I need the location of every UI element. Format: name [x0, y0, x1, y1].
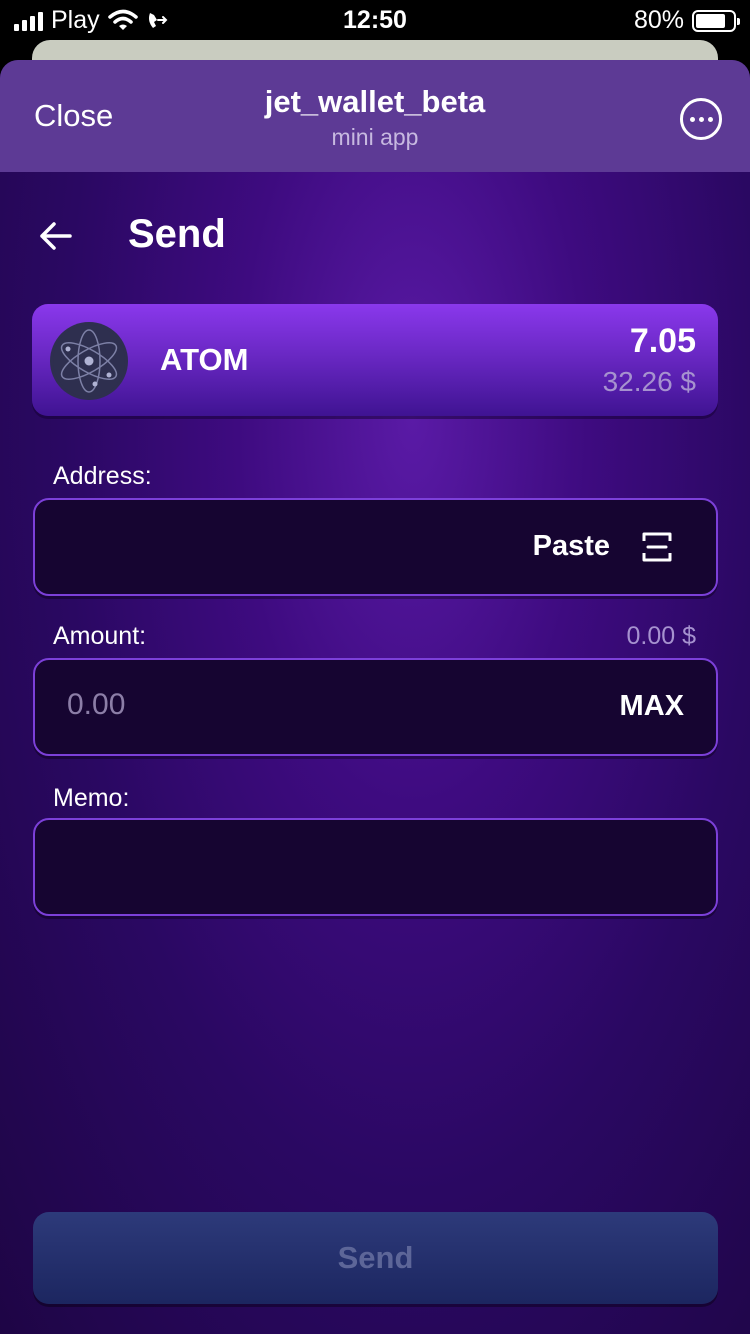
mini-app-sheet: Close jet_wallet_beta mini app Send ATOM…	[0, 60, 750, 1334]
memo-field	[33, 818, 718, 916]
token-fiat-value: 32.26 $	[602, 366, 696, 397]
max-button[interactable]: MAX	[620, 690, 684, 723]
token-name: ATOM	[160, 342, 249, 377]
battery-icon	[692, 9, 740, 32]
scan-icon[interactable]	[640, 530, 674, 564]
status-bar: Play 12:50 80%	[0, 0, 750, 42]
amount-field: MAX	[33, 658, 718, 756]
amount-label: Amount:	[53, 622, 147, 650]
arrow-left-icon[interactable]	[36, 216, 76, 256]
more-options-icon[interactable]	[680, 98, 722, 140]
page-title: Send	[128, 212, 226, 256]
battery-fill	[696, 13, 725, 28]
memo-label: Memo:	[53, 784, 130, 812]
token-amount: 7.05	[629, 322, 696, 360]
app-title: jet_wallet_beta	[264, 84, 486, 119]
app-subtitle: mini app	[331, 124, 419, 150]
cosmos-atom-icon	[50, 322, 128, 400]
memo-input[interactable]	[59, 840, 689, 896]
battery-percent: 80%	[633, 6, 684, 34]
address-label: Address:	[53, 462, 152, 490]
address-field[interactable]: Paste	[33, 498, 718, 596]
amount-fiat-value: 0.00 $	[626, 622, 696, 650]
send-button[interactable]: Send	[33, 1212, 718, 1304]
mini-app-header: Close jet_wallet_beta mini app	[0, 60, 750, 172]
paste-button[interactable]: Paste	[533, 530, 610, 563]
amount-input[interactable]	[67, 688, 467, 722]
token-selector[interactable]: ATOM 7.05 32.26 $	[32, 304, 718, 416]
status-right: 80%	[633, 6, 740, 35]
